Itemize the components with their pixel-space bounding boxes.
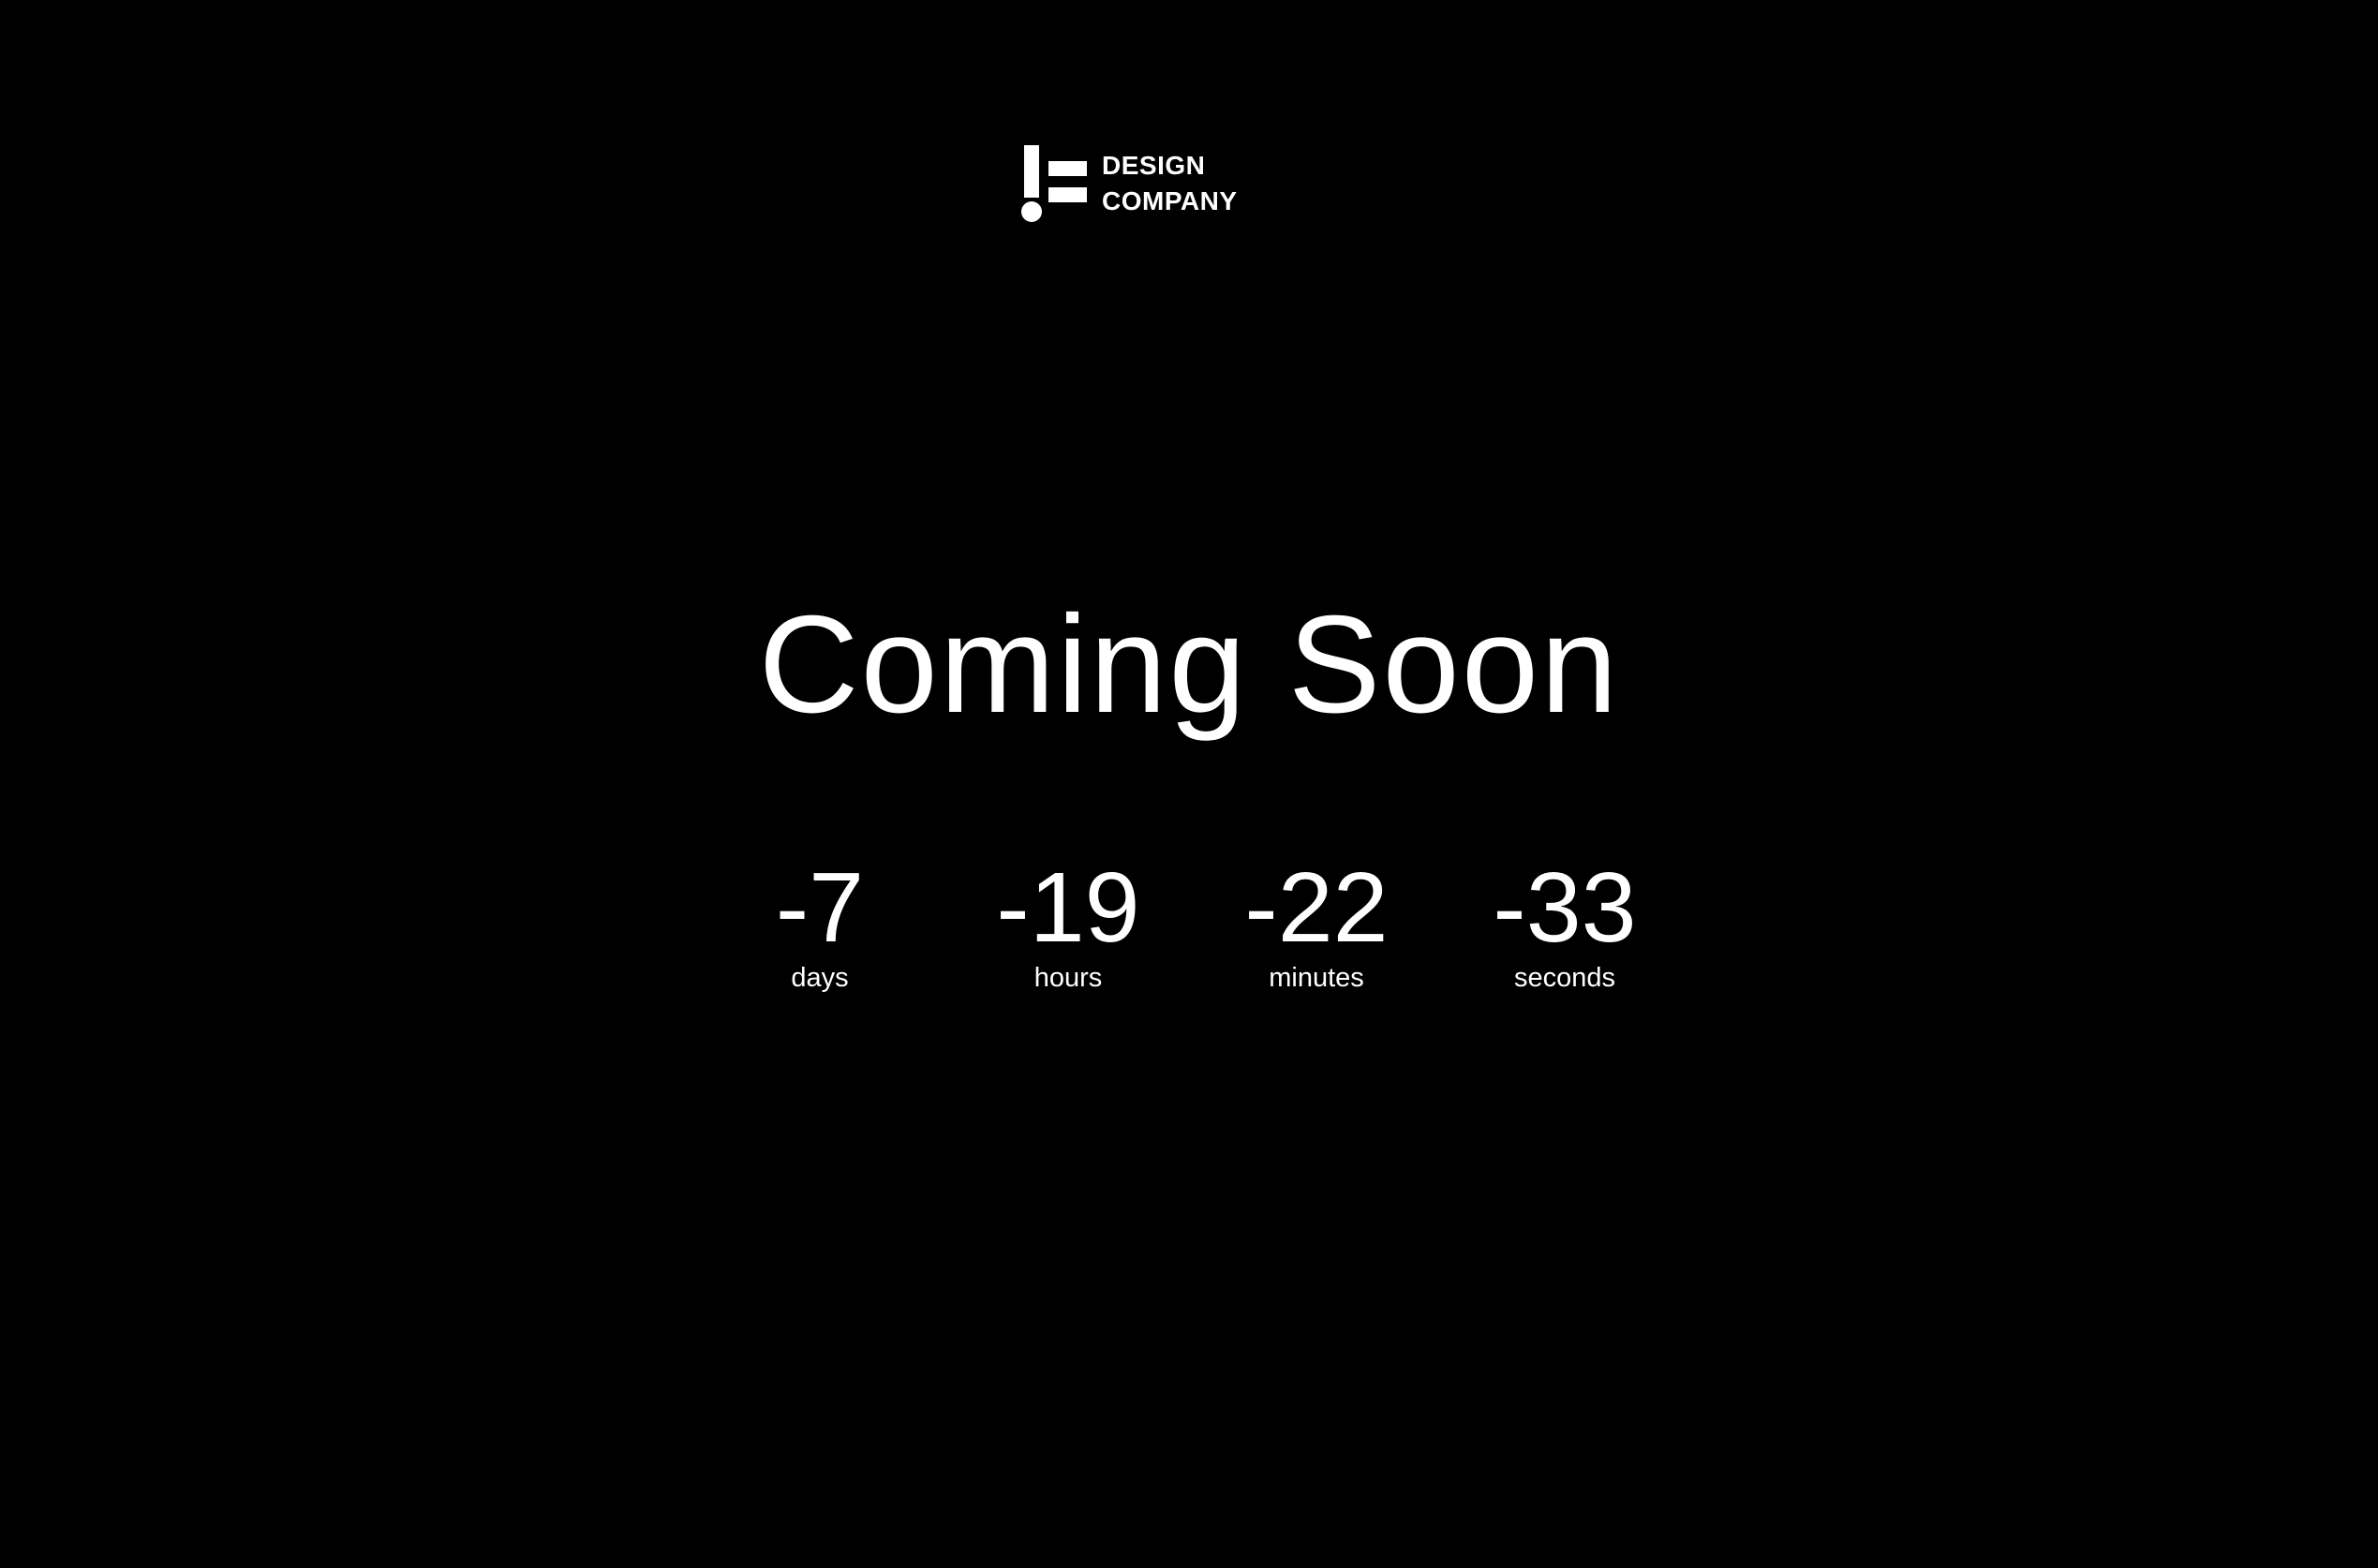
brand-name-line-2: COMPANY [1102, 186, 1238, 215]
countdown-seconds: -33 seconds [1452, 852, 1677, 995]
brand-name-line-1: DESIGN [1102, 151, 1206, 180]
countdown-hours-value: -19 [996, 852, 1140, 963]
countdown-days: -7 days [707, 852, 932, 995]
countdown-hours-label: hours [1033, 963, 1103, 993]
page-title: Coming Soon [758, 587, 1620, 742]
countdown-days-value: -7 [775, 852, 865, 963]
countdown-seconds-value: -33 [1493, 852, 1637, 963]
countdown-minutes-label: minutes [1269, 963, 1364, 993]
countdown-minutes-value: -22 [1244, 852, 1389, 963]
countdown-seconds-label: seconds [1513, 963, 1615, 993]
exclamation-bars-logo-icon [1021, 145, 1087, 222]
countdown-timer: -7 days -19 hours -22 minutes -33 second… [0, 852, 2378, 993]
countdown-minutes: -22 minutes [1204, 852, 1429, 995]
countdown-days-label: days [791, 963, 849, 993]
brand-logo[interactable]: DESIGN COMPANY [1021, 145, 1238, 222]
brand-name: DESIGN COMPANY [1102, 148, 1238, 219]
countdown-hours: -19 hours [956, 852, 1181, 995]
